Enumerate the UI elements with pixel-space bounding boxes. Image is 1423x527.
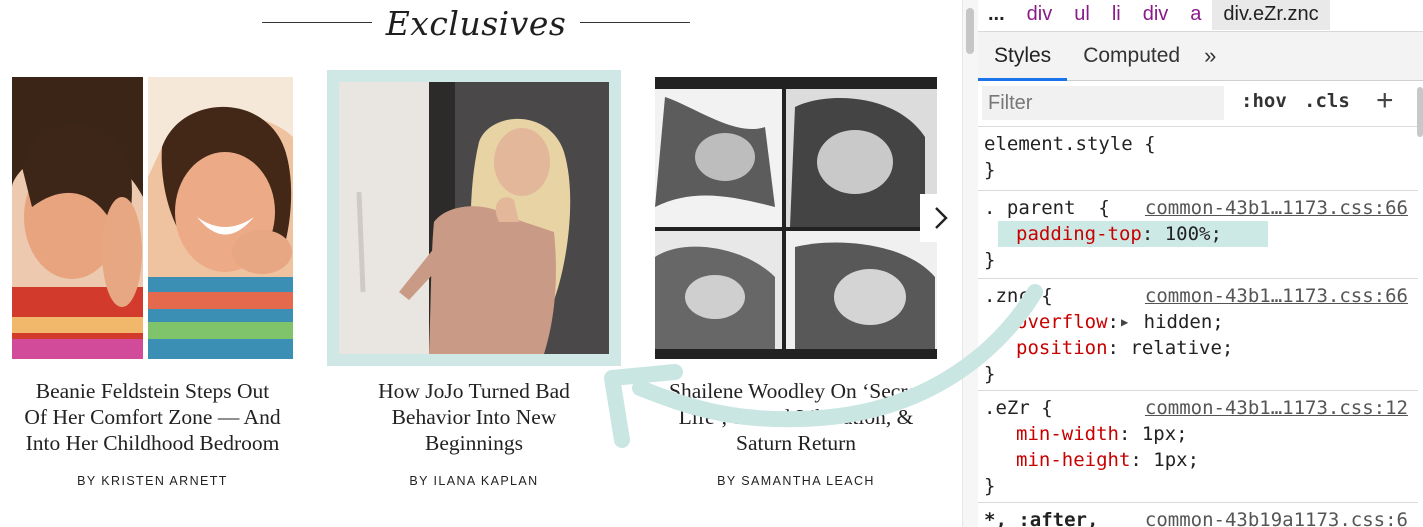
- dom-breadcrumbs: ... div ul li div a div.eZr.znc: [978, 0, 1423, 30]
- section-title: Exclusives: [385, 4, 567, 43]
- article-title[interactable]: Beanie Feldstein Steps Out Of Her Comfor…: [12, 378, 293, 456]
- article-title[interactable]: Shailene Woodley On ‘Secret Life’, Sexua…: [655, 378, 937, 456]
- beanie-feldstein-photo: [12, 77, 293, 359]
- declaration-min-height[interactable]: min-height: 1px;: [984, 447, 1418, 473]
- style-rule-universal: *, :after, common-43b19a1173.css:6: [978, 503, 1418, 527]
- title-line: How JoJo Turned Bad: [378, 379, 570, 403]
- rule-close-brace: }: [984, 249, 996, 271]
- declaration-position[interactable]: position: relative;: [984, 335, 1418, 361]
- property-name[interactable]: position: [1016, 337, 1108, 359]
- property-value[interactable]: relative;: [1119, 337, 1233, 359]
- title-line: Of Her Comfort Zone — And: [24, 405, 281, 429]
- tab-styles[interactable]: Styles: [978, 32, 1068, 81]
- title-line: Saturn Return: [735, 431, 857, 455]
- declaration-overflow[interactable]: overflow: ▶ hidden;: [984, 309, 1418, 335]
- breadcrumb-div[interactable]: div: [1016, 0, 1064, 30]
- styles-scroll-thumb[interactable]: [1417, 87, 1423, 137]
- title-line: Beginnings: [425, 431, 523, 455]
- breadcrumb-selected-element[interactable]: div.eZr.znc: [1212, 0, 1330, 30]
- styles-toolbar: :hov .cls +: [978, 81, 1423, 127]
- property-name[interactable]: overflow: [1016, 311, 1108, 333]
- article-thumbnail[interactable]: [339, 82, 609, 354]
- style-rule-ezr: .eZr { common-43b1…1173.css:12 min-width…: [978, 391, 1418, 503]
- header-rule-right: [580, 22, 690, 23]
- tab-computed[interactable]: Computed: [1067, 32, 1196, 80]
- title-line: Beanie Feldstein Steps Out: [35, 379, 270, 403]
- shailene-woodley-photo: [655, 77, 937, 359]
- page-scrollbar[interactable]: [962, 0, 978, 527]
- breadcrumb-div[interactable]: div: [1132, 0, 1180, 30]
- property-value[interactable]: 1px;: [1130, 423, 1188, 445]
- class-toggle-button[interactable]: .cls: [1304, 90, 1350, 112]
- property-value[interactable]: hidden;: [1132, 311, 1224, 333]
- property-name[interactable]: padding-top: [1016, 223, 1142, 245]
- plus-icon[interactable]: +: [1376, 84, 1394, 118]
- style-rule-znc: .znc { common-43b1…1173.css:66 overflow:…: [978, 279, 1418, 391]
- hover-state-button[interactable]: :hov: [1241, 90, 1287, 112]
- styles-filter-input[interactable]: [982, 86, 1224, 120]
- devtools-tabs: Styles Computed »: [978, 31, 1423, 81]
- triangle-right-icon[interactable]: ▶: [1121, 309, 1128, 335]
- rule-source-link[interactable]: common-43b1…1173.css:12: [1145, 395, 1408, 421]
- rule-source-link[interactable]: common-43b19a1173.css:6: [1145, 507, 1408, 527]
- breadcrumb-ul[interactable]: ul: [1063, 0, 1101, 30]
- property-name[interactable]: min-width: [1016, 423, 1119, 445]
- style-rule-parent: . parent { common-43b1…1173.css:66 paddi…: [978, 191, 1418, 279]
- title-line: Into Her Childhood Bedroom: [25, 431, 280, 455]
- article-byline: BY ILANA KAPLAN: [409, 474, 539, 488]
- title-line: Life’, Sexual Liberation, &: [678, 405, 914, 429]
- jojo-photo: [339, 82, 609, 354]
- rule-close-brace: }: [984, 363, 996, 385]
- chevron-right-icon: [935, 207, 948, 229]
- article-byline: BY SAMANTHA LEACH: [717, 474, 875, 488]
- rule-close-brace: }: [984, 159, 996, 181]
- style-rule-element: element.style { }: [978, 127, 1418, 191]
- breadcrumb-li[interactable]: li: [1101, 0, 1132, 30]
- title-line: Shailene Woodley On ‘Secret: [668, 379, 923, 403]
- article-byline: BY KRISTEN ARNETT: [77, 474, 228, 488]
- property-name[interactable]: min-height: [1016, 449, 1130, 471]
- rule-source-link[interactable]: common-43b1…1173.css:66: [1145, 283, 1408, 309]
- property-value[interactable]: 100%;: [1153, 223, 1222, 245]
- section-header: Exclusives: [0, 0, 962, 50]
- declaration-padding-top[interactable]: padding-top: 100%;: [998, 221, 1268, 247]
- rule-close-brace: }: [984, 475, 996, 497]
- article-page: Exclusives Beanie Feldstein Steps Out Of…: [0, 0, 962, 527]
- property-value[interactable]: 1px;: [1142, 449, 1199, 471]
- title-line: Behavior Into New: [391, 405, 557, 429]
- breadcrumb-ellipsis[interactable]: ...: [978, 0, 1016, 30]
- breadcrumb-a[interactable]: a: [1179, 0, 1212, 30]
- article-thumbnail[interactable]: [12, 77, 293, 359]
- header-rule-left: [262, 22, 372, 23]
- double-chevron-icon[interactable]: »: [1196, 32, 1221, 80]
- devtools-panel: ... div ul li div a div.eZr.znc Styles C…: [978, 0, 1423, 527]
- carousel-next-button[interactable]: [920, 194, 962, 242]
- article-title[interactable]: How JoJo Turned Bad Behavior Into New Be…: [327, 378, 621, 456]
- rule-selector[interactable]: element.style {: [984, 131, 1418, 157]
- page-scroll-thumb[interactable]: [966, 8, 974, 54]
- styles-scrollbar[interactable]: [1417, 81, 1423, 527]
- style-rules-list: element.style { } . parent { common-43b1…: [978, 127, 1418, 527]
- declaration-min-width[interactable]: min-width: 1px;: [984, 421, 1418, 447]
- rule-source-link[interactable]: common-43b1…1173.css:66: [1145, 195, 1408, 221]
- article-thumbnail[interactable]: [655, 77, 937, 359]
